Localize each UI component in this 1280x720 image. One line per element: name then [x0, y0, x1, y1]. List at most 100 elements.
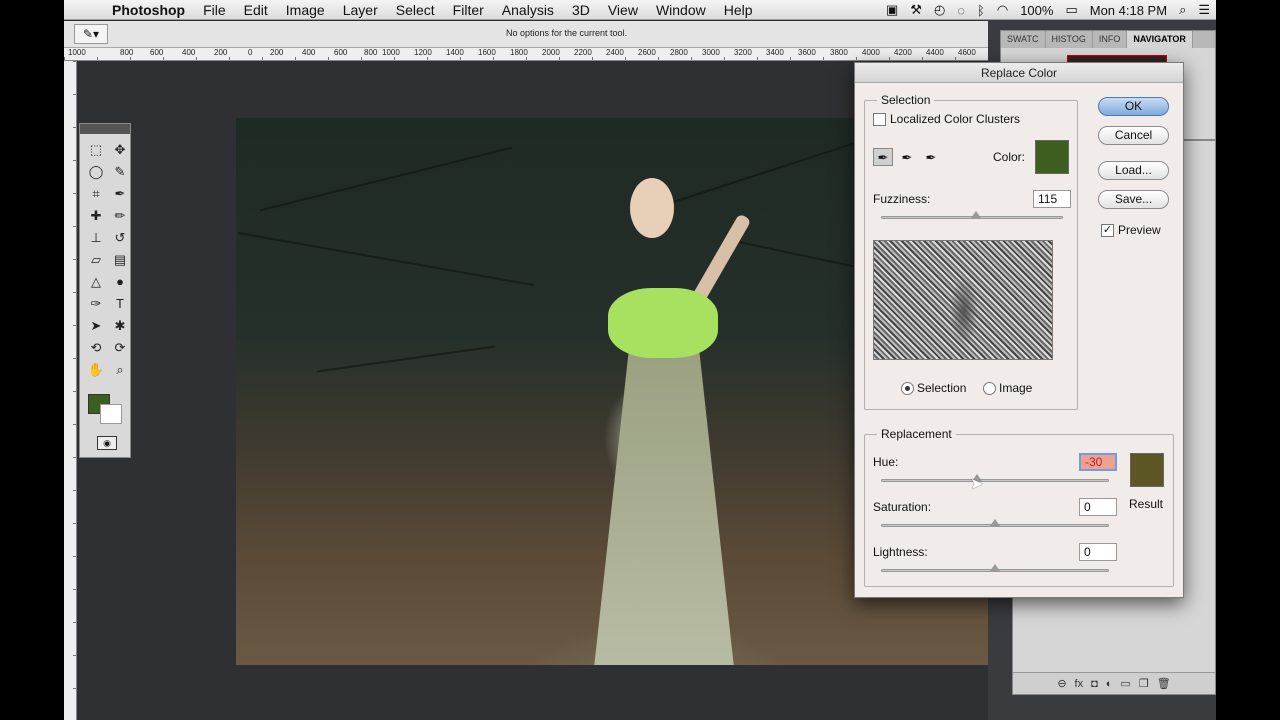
saturation-field[interactable]: 0: [1079, 498, 1117, 516]
battery-icon[interactable]: ▭: [1059, 2, 1083, 18]
lightness-slider[interactable]: [881, 564, 1109, 572]
new-layer-icon[interactable]: ❐: [1139, 677, 1149, 690]
eyedropper-icon[interactable]: ✒: [873, 148, 893, 166]
dialog-title[interactable]: Replace Color: [855, 63, 1183, 83]
blur-tool-icon[interactable]: △: [84, 272, 108, 292]
spotlight-search-icon[interactable]: ⌕: [1173, 2, 1192, 18]
tool-preset-picker[interactable]: ✎▾: [74, 24, 108, 44]
hue-slider[interactable]: [881, 474, 1109, 482]
cancel-button[interactable]: Cancel: [1098, 126, 1169, 145]
tools-panel-header[interactable]: [80, 124, 130, 134]
preview-label[interactable]: Preview: [1118, 223, 1161, 237]
preview-checkbox[interactable]: ✓: [1101, 224, 1114, 237]
menu-file[interactable]: File: [194, 2, 235, 18]
subtract-eyedropper-icon[interactable]: ✒: [921, 148, 941, 166]
result-color-swatch[interactable]: [1130, 453, 1164, 487]
fuzziness-slider[interactable]: [881, 211, 1063, 219]
ruler-label: 3200: [734, 48, 752, 57]
type-tool-icon[interactable]: T: [108, 294, 132, 314]
localized-color-clusters-checkbox[interactable]: [873, 113, 886, 126]
notification-list-icon[interactable]: ☰: [1192, 2, 1216, 18]
path-selection-tool-icon[interactable]: ➤: [84, 316, 108, 336]
trash-icon[interactable]: 🗑: [1157, 677, 1171, 690]
menu-help[interactable]: Help: [715, 2, 762, 18]
camera-icon[interactable]: ▣: [880, 2, 904, 18]
tools-panel: ⬚ ✥ ◯ ✎ ⌗ ✒ ✚ ✏ ⊥ ↺ ▱ ▤ △ ● ✑ T ➤ ✱ ⟲ ⟳ …: [79, 123, 131, 458]
selection-preview[interactable]: [873, 240, 1053, 360]
app-menu[interactable]: Photoshop: [108, 2, 194, 18]
lasso-tool-icon[interactable]: ◯: [84, 162, 108, 182]
pen-tool-icon[interactable]: ✑: [84, 294, 108, 314]
options-bar: ✎▾ No options for the current tool.: [64, 21, 988, 48]
layer-style-icon[interactable]: fx: [1075, 678, 1084, 690]
layer-mask-icon[interactable]: ◘: [1091, 678, 1098, 690]
view-selection-radio[interactable]: [901, 382, 914, 395]
menu-image[interactable]: Image: [277, 2, 334, 18]
fuzziness-field[interactable]: 115: [1033, 190, 1071, 208]
tab-navigator[interactable]: NAVIGATOR: [1127, 31, 1193, 48]
bluetooth-icon[interactable]: ᛒ: [971, 3, 991, 18]
view-image-label[interactable]: Image: [999, 381, 1032, 395]
3d-rotate-tool-icon[interactable]: ⟲: [84, 338, 108, 358]
ok-button[interactable]: OK: [1098, 97, 1169, 116]
sync-icon[interactable]: ◌: [951, 3, 971, 18]
history-brush-tool-icon[interactable]: ↺: [108, 228, 132, 248]
clone-stamp-tool-icon[interactable]: ⊥: [84, 228, 108, 248]
ruler-label: 800: [364, 48, 378, 57]
gradient-tool-icon[interactable]: ▤: [108, 250, 132, 270]
adjustment-layer-icon[interactable]: ◐: [1106, 678, 1113, 690]
clock[interactable]: Mon 4:18 PM: [1084, 3, 1173, 18]
zoom-tool-icon[interactable]: ⌕: [108, 360, 132, 380]
ruler-vertical[interactable]: [64, 61, 77, 720]
eraser-tool-icon[interactable]: ▱: [84, 250, 108, 270]
menu-layer[interactable]: Layer: [334, 2, 387, 18]
view-selection-label[interactable]: Selection: [917, 381, 966, 395]
replacement-group: Replacement Hue: -30 Saturation: 0 Light…: [864, 427, 1174, 587]
add-eyedropper-icon[interactable]: ✒: [897, 148, 917, 166]
crop-tool-icon[interactable]: ⌗: [84, 184, 108, 204]
quick-selection-tool-icon[interactable]: ✎: [108, 162, 132, 182]
ruler-label: 2800: [670, 48, 688, 57]
eyedropper-tool-icon[interactable]: ✒: [108, 184, 132, 204]
hue-field[interactable]: -30: [1079, 453, 1117, 471]
3d-orbit-tool-icon[interactable]: ⟳: [108, 338, 132, 358]
ruler-horizontal[interactable]: 1000 800 600 400 200 0 200 400 600 800 1…: [64, 48, 988, 61]
menu-analysis[interactable]: Analysis: [493, 2, 563, 18]
load-button[interactable]: Load...: [1098, 161, 1169, 180]
saturation-slider[interactable]: [881, 519, 1109, 527]
battery-percent[interactable]: 100%: [1014, 3, 1059, 18]
menu-view[interactable]: View: [599, 2, 647, 18]
lightness-field[interactable]: 0: [1079, 543, 1117, 561]
save-button[interactable]: Save...: [1098, 190, 1169, 209]
tab-swatches[interactable]: SWATC: [1001, 31, 1046, 48]
saturation-slider-thumb[interactable]: [990, 519, 1000, 526]
selection-color-swatch[interactable]: [1035, 140, 1069, 174]
wifi-icon[interactable]: ◠: [991, 2, 1014, 18]
menu-filter[interactable]: Filter: [444, 2, 493, 18]
wrench-icon[interactable]: ⚒: [904, 2, 928, 18]
brush-tool-icon[interactable]: ✏: [108, 206, 132, 226]
ruler-label: 1000: [68, 48, 86, 57]
view-image-radio[interactable]: [983, 382, 996, 395]
healing-brush-tool-icon[interactable]: ✚: [84, 206, 108, 226]
shape-tool-icon[interactable]: ✱: [108, 316, 132, 336]
selection-group: Selection Localized Color Clusters ✒ ✒ ✒…: [864, 93, 1078, 410]
menu-select[interactable]: Select: [387, 2, 444, 18]
background-color-swatch[interactable]: [100, 404, 122, 424]
marquee-tool-icon[interactable]: ⬚: [84, 140, 108, 160]
quick-mask-icon[interactable]: ◉: [97, 436, 117, 450]
menu-edit[interactable]: Edit: [235, 2, 277, 18]
time-machine-icon[interactable]: ◴: [928, 2, 951, 18]
tab-info[interactable]: INFO: [1093, 31, 1128, 48]
link-layers-icon[interactable]: ⊖: [1057, 677, 1066, 690]
lightness-slider-thumb[interactable]: [990, 564, 1000, 571]
localized-color-clusters-label[interactable]: Localized Color Clusters: [890, 112, 1020, 126]
fuzziness-slider-thumb[interactable]: [970, 211, 981, 218]
move-tool-icon[interactable]: ✥: [108, 140, 132, 160]
group-icon[interactable]: ▭: [1120, 677, 1130, 690]
hand-tool-icon[interactable]: ✋: [84, 360, 108, 380]
tab-histogram[interactable]: HISTOG: [1046, 31, 1093, 48]
menu-3d[interactable]: 3D: [563, 2, 599, 18]
menu-window[interactable]: Window: [647, 2, 715, 18]
dodge-tool-icon[interactable]: ●: [108, 272, 132, 292]
